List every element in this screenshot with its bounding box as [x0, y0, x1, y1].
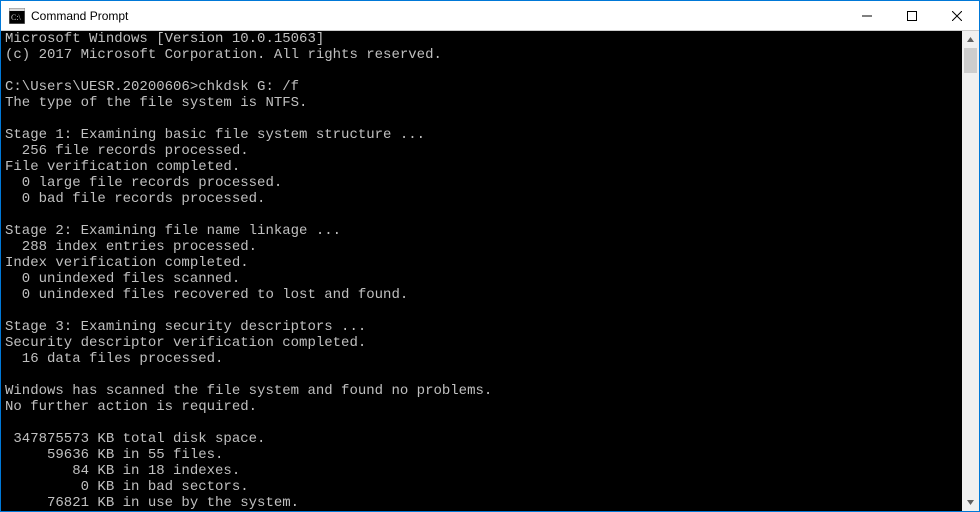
vertical-scrollbar[interactable] — [962, 31, 979, 511]
scroll-thumb[interactable] — [964, 48, 977, 73]
scroll-track[interactable] — [962, 48, 979, 494]
scroll-down-button[interactable] — [962, 494, 979, 511]
maximize-button[interactable] — [889, 1, 934, 30]
minimize-button[interactable] — [844, 1, 889, 30]
titlebar[interactable]: C:\ Command Prompt — [1, 1, 979, 31]
console-area: Microsoft Windows [Version 10.0.15063] (… — [1, 31, 979, 511]
command-prompt-window: C:\ Command Prompt Microsoft Windows [Ve… — [0, 0, 980, 512]
close-button[interactable] — [934, 1, 979, 30]
command-prompt-icon: C:\ — [9, 8, 25, 24]
window-controls — [844, 1, 979, 30]
window-title: Command Prompt — [31, 9, 844, 23]
svg-text:C:\: C:\ — [11, 13, 22, 22]
console-output[interactable]: Microsoft Windows [Version 10.0.15063] (… — [1, 31, 962, 511]
scroll-up-button[interactable] — [962, 31, 979, 48]
